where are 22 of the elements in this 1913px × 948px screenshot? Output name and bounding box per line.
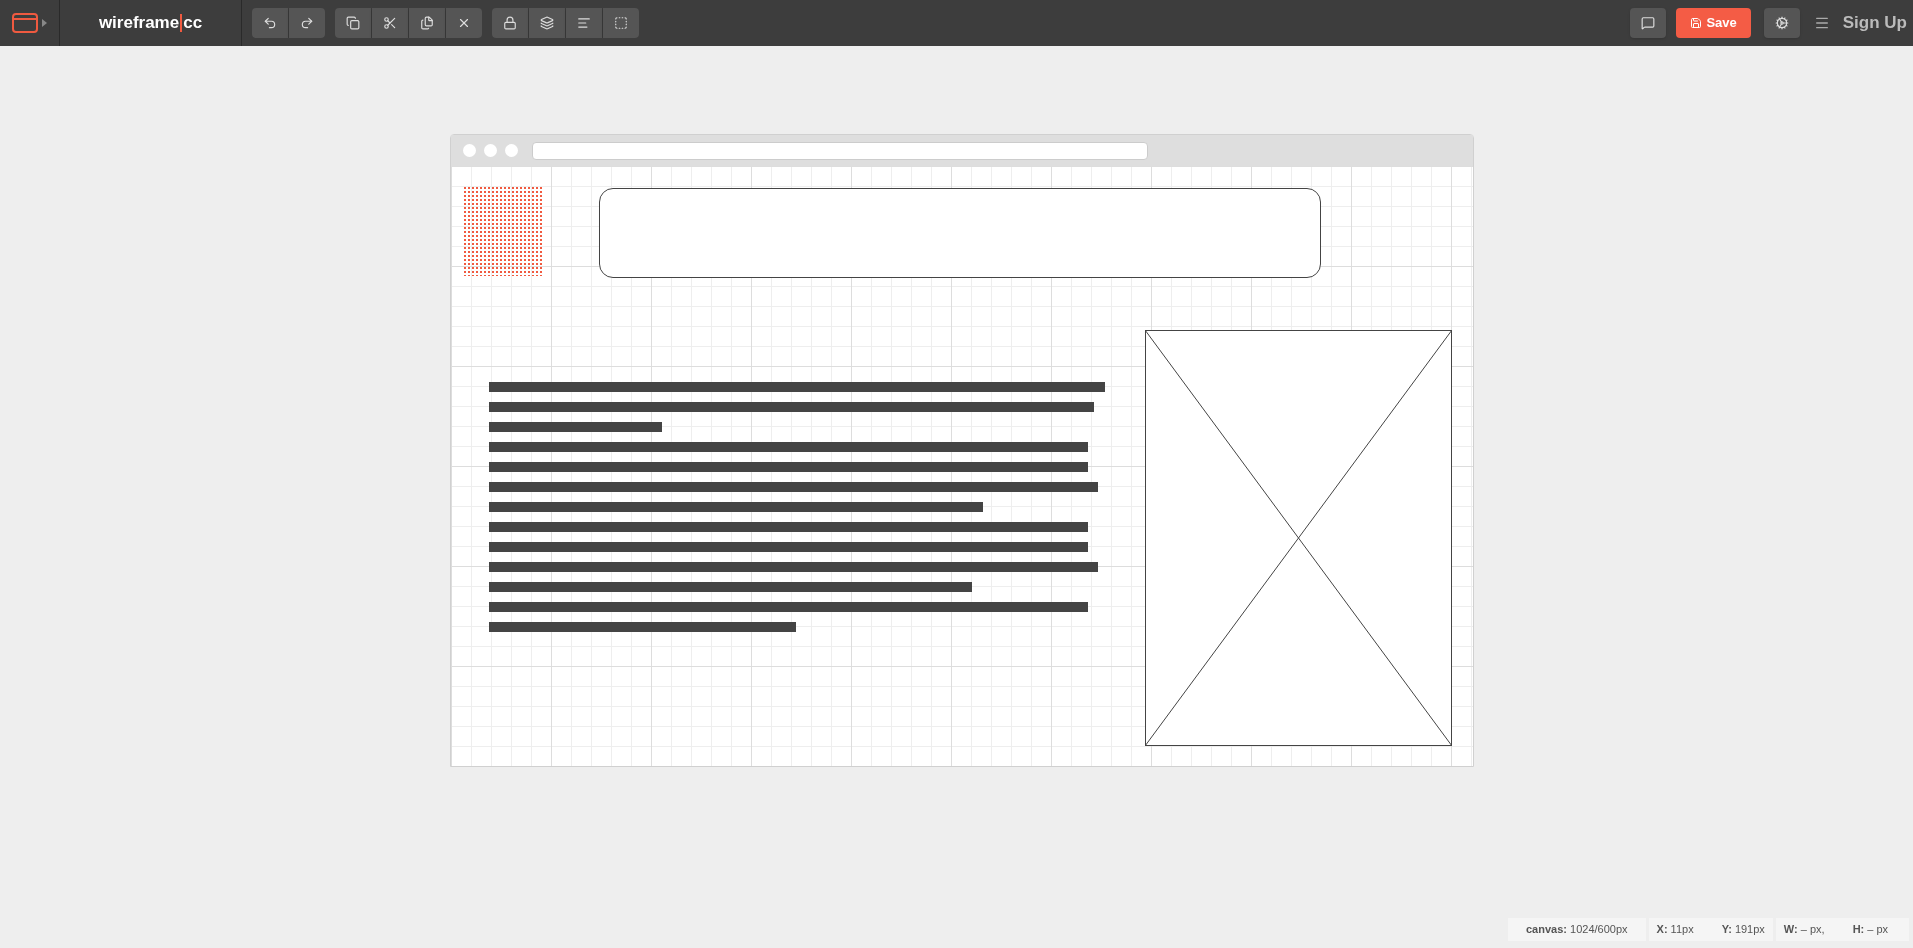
paste-icon[interactable] xyxy=(409,8,445,38)
save-button[interactable]: Save xyxy=(1676,8,1751,38)
layers-icon[interactable] xyxy=(529,8,565,38)
height-label: H: – px xyxy=(1852,922,1889,937)
scissors-icon[interactable] xyxy=(372,8,408,38)
y-coordinate-label: Y: 191px xyxy=(1721,922,1765,937)
canvas-size-label: canvas: 1024/600px xyxy=(1508,918,1646,941)
comment-icon[interactable] xyxy=(1630,8,1667,38)
width-label: W: – px, xyxy=(1783,922,1825,937)
window-icon[interactable] xyxy=(12,13,38,33)
x-coordinate-label: X: 11px xyxy=(1656,922,1694,937)
settings-icon[interactable] xyxy=(1763,8,1800,38)
app-logo: wireframe cc xyxy=(98,12,203,35)
delete-icon[interactable] xyxy=(446,8,482,38)
copy-icon[interactable] xyxy=(335,8,371,38)
caret-icon[interactable] xyxy=(42,19,47,27)
align-left-icon[interactable] xyxy=(566,8,602,38)
sign-up-link[interactable]: Sign Up xyxy=(1842,10,1907,36)
undo-icon[interactable] xyxy=(252,8,288,38)
menu-icon[interactable] xyxy=(1813,15,1830,31)
redo-icon[interactable] xyxy=(289,8,325,38)
lock-icon[interactable] xyxy=(492,8,528,38)
